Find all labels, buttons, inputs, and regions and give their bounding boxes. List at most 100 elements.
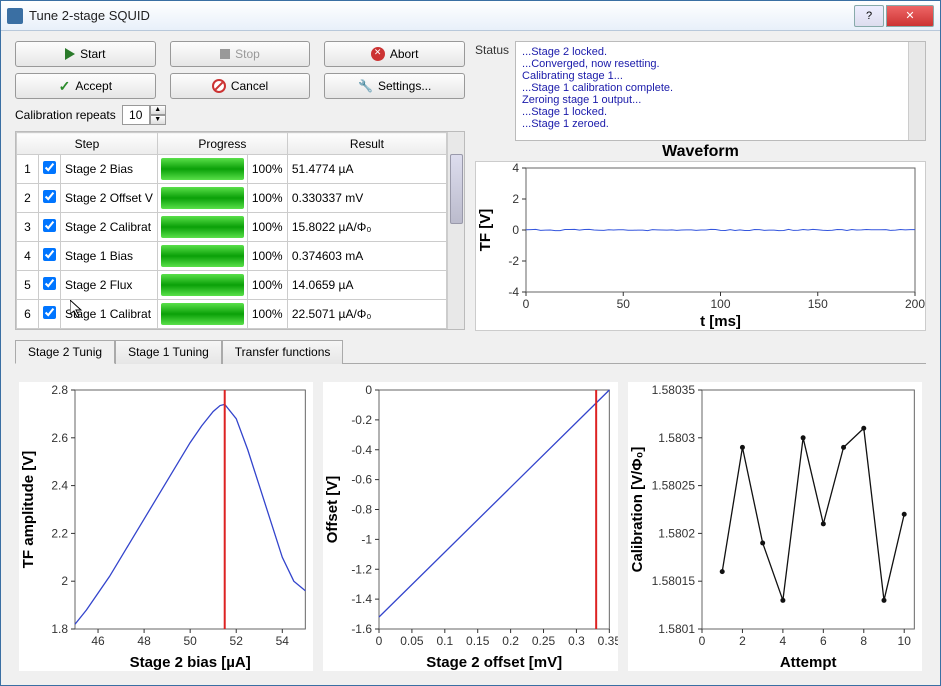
row-checkbox[interactable] <box>39 155 61 184</box>
row-checkbox[interactable] <box>39 213 61 242</box>
row-progress <box>157 213 247 242</box>
help-button[interactable]: ? <box>854 5 884 27</box>
start-button[interactable]: Start <box>15 41 156 67</box>
table-scrollbar[interactable] <box>447 132 464 329</box>
svg-text:1.5801: 1.5801 <box>658 622 695 636</box>
row-step: Stage 2 Offset V <box>61 184 158 213</box>
table-row[interactable]: 5 Stage 2 Flux 100% 14.0659 µA <box>17 271 447 300</box>
svg-text:Stage 2 bias [µA]: Stage 2 bias [µA] <box>130 654 251 671</box>
svg-text:-4: -4 <box>508 285 519 299</box>
row-percent: 100% <box>247 271 287 300</box>
row-result: 51.4774 µA <box>287 155 446 184</box>
svg-text:Offset [V]: Offset [V] <box>324 476 341 544</box>
svg-text:8: 8 <box>860 634 867 648</box>
svg-text:50: 50 <box>183 634 197 648</box>
cancel-icon <box>212 79 226 93</box>
svg-text:-1.4: -1.4 <box>352 592 373 606</box>
calibration-label: Calibration repeats <box>15 108 116 122</box>
offset-chart: 00.050.10.150.20.250.30.35-1.6-1.4-1.2-1… <box>323 382 617 671</box>
spinner-up[interactable]: ▲ <box>150 105 166 115</box>
svg-text:100: 100 <box>710 297 730 311</box>
svg-text:Attempt: Attempt <box>779 654 836 671</box>
svg-text:52: 52 <box>230 634 244 648</box>
stop-label: Stop <box>235 47 260 61</box>
waveform-chart: 050100150200-4-2024t [ms]TF [V] <box>475 161 926 331</box>
cancel-label: Cancel <box>231 79 268 93</box>
svg-text:200: 200 <box>905 297 925 311</box>
svg-text:t [ms]: t [ms] <box>700 313 741 330</box>
status-log[interactable]: ...Stage 2 locked....Converged, now rese… <box>515 41 926 141</box>
start-label: Start <box>80 47 105 61</box>
check-icon: ✓ <box>59 78 71 95</box>
svg-text:2.6: 2.6 <box>51 431 68 445</box>
settings-label: Settings... <box>378 79 431 93</box>
svg-text:-0.8: -0.8 <box>352 503 373 517</box>
row-percent: 100% <box>247 300 287 329</box>
table-row[interactable]: 4 Stage 1 Bias 100% 0.374603 mA <box>17 242 447 271</box>
col-step[interactable]: Step <box>17 133 158 155</box>
cancel-button[interactable]: Cancel <box>170 73 311 99</box>
calibration-repeats-input[interactable] <box>122 105 150 125</box>
row-checkbox[interactable] <box>39 242 61 271</box>
svg-text:-0.2: -0.2 <box>352 413 373 427</box>
table-row[interactable]: 1 Stage 2 Bias 100% 51.4774 µA <box>17 155 447 184</box>
col-result[interactable]: Result <box>287 133 446 155</box>
svg-text:2.4: 2.4 <box>51 479 68 493</box>
settings-button[interactable]: 🔧 Settings... <box>324 73 465 99</box>
tab-stage2-tuning[interactable]: Stage 2 Tunig <box>15 340 115 364</box>
abort-icon <box>371 47 385 61</box>
svg-text:0.1: 0.1 <box>437 634 454 648</box>
svg-text:-0.4: -0.4 <box>352 443 373 457</box>
svg-text:-1: -1 <box>362 532 373 546</box>
svg-text:-0.6: -0.6 <box>352 473 373 487</box>
svg-text:2: 2 <box>739 634 746 648</box>
row-progress <box>157 300 247 329</box>
row-percent: 100% <box>247 155 287 184</box>
row-step: Stage 1 Calibrat <box>61 300 158 329</box>
table-row[interactable]: 2 Stage 2 Offset V 100% 0.330337 mV <box>17 184 447 213</box>
svg-text:Stage 2 offset [mV]: Stage 2 offset [mV] <box>427 654 563 671</box>
row-step: Stage 1 Bias <box>61 242 158 271</box>
status-scrollbar[interactable] <box>908 42 925 140</box>
stop-button[interactable]: Stop <box>170 41 311 67</box>
waveform-title: Waveform <box>475 143 926 161</box>
steps-table: Step Progress Result 1 Stage 2 Bias 100%… <box>15 131 465 330</box>
svg-text:0.15: 0.15 <box>466 634 490 648</box>
row-checkbox[interactable] <box>39 184 61 213</box>
svg-text:TF amplitude [V]: TF amplitude [V] <box>20 451 37 569</box>
svg-text:10: 10 <box>897 634 911 648</box>
svg-text:1.8: 1.8 <box>51 622 68 636</box>
svg-text:TF [V]: TF [V] <box>477 209 494 252</box>
svg-text:2.2: 2.2 <box>51 526 68 540</box>
svg-text:1.58015: 1.58015 <box>651 574 695 588</box>
svg-text:-1.6: -1.6 <box>352 622 373 636</box>
row-num: 6 <box>17 300 39 329</box>
col-progress[interactable]: Progress <box>157 133 287 155</box>
row-progress <box>157 184 247 213</box>
stop-icon <box>220 49 230 59</box>
row-step: Stage 2 Bias <box>61 155 158 184</box>
table-row[interactable]: 6 Stage 1 Calibrat 100% 22.5071 µA/Φ₀ <box>17 300 447 329</box>
spinner-down[interactable]: ▼ <box>150 115 166 125</box>
table-row[interactable]: 3 Stage 2 Calibrat 100% 15.8022 µA/Φ₀ <box>17 213 447 242</box>
tabs: Stage 2 Tunig Stage 1 Tuning Transfer fu… <box>15 339 926 364</box>
window-title: Tune 2-stage SQUID <box>29 8 854 23</box>
tab-stage1-tuning[interactable]: Stage 1 Tuning <box>115 340 222 364</box>
abort-button[interactable]: Abort <box>324 41 465 67</box>
titlebar: Tune 2-stage SQUID ? ✕ <box>1 1 940 31</box>
svg-text:0: 0 <box>523 297 530 311</box>
row-progress <box>157 271 247 300</box>
calibration-repeats-spinner[interactable]: ▲ ▼ <box>122 105 166 125</box>
row-checkbox[interactable] <box>39 300 61 329</box>
status-label: Status <box>475 41 509 57</box>
close-button[interactable]: ✕ <box>886 5 934 27</box>
svg-text:1.5803: 1.5803 <box>658 431 695 445</box>
play-icon <box>65 48 75 60</box>
row-checkbox[interactable] <box>39 271 61 300</box>
row-num: 1 <box>17 155 39 184</box>
svg-text:2.8: 2.8 <box>51 383 68 397</box>
tab-transfer-functions[interactable]: Transfer functions <box>222 340 344 364</box>
svg-text:4: 4 <box>779 634 786 648</box>
svg-text:48: 48 <box>137 634 151 648</box>
accept-button[interactable]: ✓ Accept <box>15 73 156 99</box>
